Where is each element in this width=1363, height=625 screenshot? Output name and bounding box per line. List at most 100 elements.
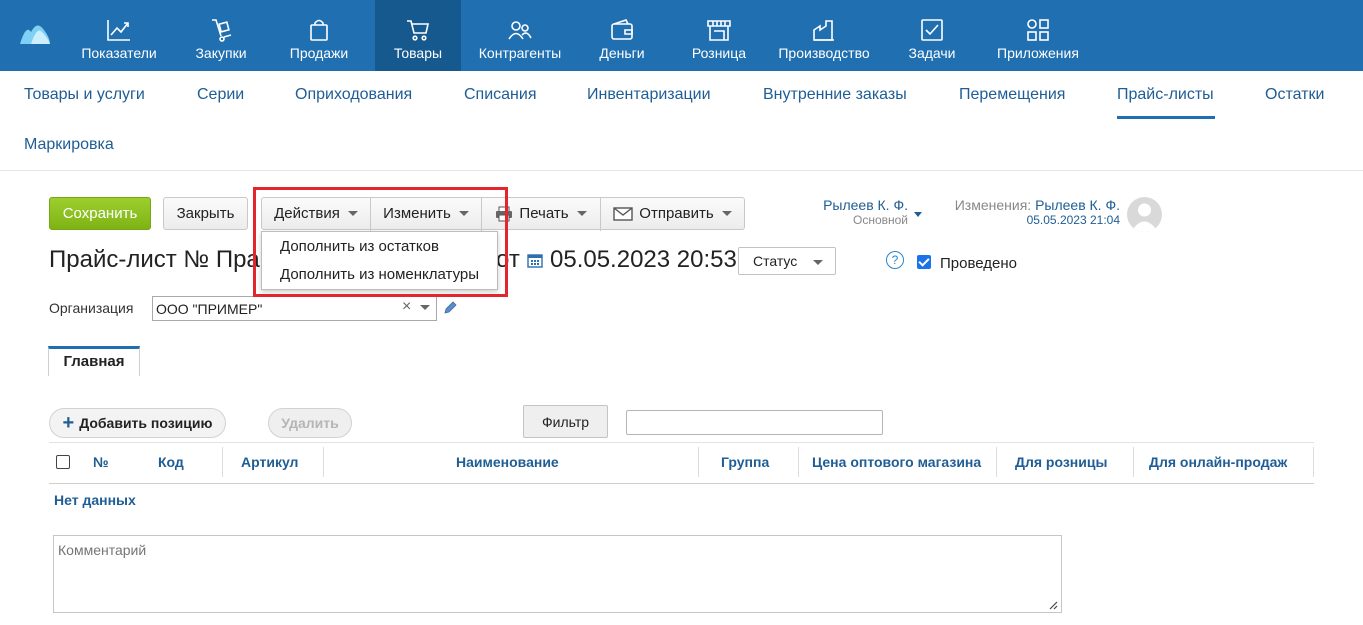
send-label: Отправить — [639, 205, 714, 222]
pencil-icon[interactable] — [443, 301, 457, 315]
title-text: Прайс-лист № Прай — [49, 246, 274, 273]
changes-info: Изменения: Рылеев К. Ф. 05.05.2023 21:04 — [935, 197, 1120, 227]
subnav-inventory[interactable]: Инвентаризации — [587, 86, 711, 104]
avatar[interactable] — [1127, 197, 1162, 232]
menu-item-fill-from-nomenclature[interactable]: Дополнить из номенклатуры — [280, 266, 479, 283]
column-separator — [1133, 447, 1134, 477]
chevron-down-icon — [347, 211, 358, 216]
logo-icon[interactable] — [18, 20, 52, 48]
table-header-top-border — [49, 442, 1314, 443]
shop-icon — [707, 20, 731, 41]
changes-date: 05.05.2023 21:04 — [1026, 213, 1120, 227]
column-separator — [222, 447, 223, 477]
delete-button[interactable]: Удалить — [268, 408, 352, 438]
actions-button[interactable]: Действия — [262, 198, 370, 229]
changes-name: Рылеев К. Ф. — [1035, 197, 1120, 213]
column-header-code[interactable]: Код — [158, 454, 184, 470]
plus-icon: + — [62, 412, 75, 434]
filter-input[interactable] — [626, 410, 883, 435]
nav-item-retail[interactable]: Розница — [685, 0, 753, 71]
page-title: Прайс-лист № Прай — [49, 246, 273, 274]
subnav-price-lists[interactable]: Прайс-листы — [1117, 86, 1214, 104]
nav-item-goods[interactable]: Товары — [375, 0, 461, 71]
column-header-wholesale-price[interactable]: Цена оптового магазина — [812, 454, 981, 470]
subnav-internal-orders[interactable]: Внутренние заказы — [763, 86, 907, 104]
calendar-icon[interactable] — [527, 252, 543, 268]
chevron-down-icon — [458, 211, 469, 216]
owner-group: Основной — [852, 213, 908, 227]
close-button[interactable]: Закрыть — [163, 197, 248, 230]
nav-label: Товары — [393, 45, 443, 61]
nav-item-production[interactable]: Производство — [772, 0, 876, 71]
nav-item-sales[interactable]: Продажи — [280, 0, 358, 71]
nav-label: Деньги — [599, 45, 645, 61]
column-separator — [698, 447, 699, 477]
change-label: Изменить — [383, 205, 451, 222]
nav-item-purchases[interactable]: Закупки — [185, 0, 257, 71]
column-header-number[interactable]: № — [93, 454, 109, 470]
column-header-name[interactable]: Наименование — [456, 454, 559, 470]
save-button[interactable]: Сохранить — [49, 197, 151, 230]
organization-field[interactable]: ООО "ПРИМЕР" — [152, 296, 437, 321]
actions-dropdown-menu: Дополнить из остатков Дополнить из номен… — [261, 231, 498, 290]
subnav-marking[interactable]: Маркировка — [24, 136, 114, 154]
filter-button[interactable]: Фильтр — [523, 405, 608, 438]
column-header-online[interactable]: Для онлайн-продаж — [1149, 454, 1287, 470]
envelope-icon — [613, 206, 633, 221]
nav-item-counterparties[interactable]: Контрагенты — [475, 0, 565, 71]
menu-item-fill-from-stock[interactable]: Дополнить из остатков — [280, 238, 439, 255]
nav-label: Задачи — [908, 45, 956, 61]
status-select[interactable]: Статус — [738, 247, 836, 275]
chevron-down-icon[interactable] — [914, 212, 922, 217]
subnav-write-offs[interactable]: Списания — [464, 86, 537, 104]
nav-label: Производство — [778, 45, 870, 61]
nav-item-apps[interactable]: Приложения — [992, 0, 1084, 71]
subnav-transfers[interactable]: Перемещения — [959, 86, 1065, 104]
bag-icon — [310, 19, 328, 41]
active-tab-indicator — [1117, 116, 1215, 119]
subnav-series[interactable]: Серии — [197, 86, 244, 104]
help-icon[interactable]: ? — [886, 251, 904, 269]
column-header-article[interactable]: Артикул — [241, 454, 298, 470]
column-header-group[interactable]: Группа — [721, 454, 769, 470]
nav-label: Закупки — [195, 45, 247, 61]
add-position-label: Добавить позицию — [79, 415, 213, 431]
owner-name: Рылеев К. Ф. — [823, 197, 908, 213]
change-button[interactable]: Изменить — [371, 198, 481, 229]
organization-label: Организация — [49, 300, 134, 316]
add-position-button[interactable]: + Добавить позицию — [49, 408, 226, 438]
posted-checkbox[interactable] — [917, 255, 931, 269]
send-button[interactable]: Отправить — [601, 198, 744, 229]
empty-table-message: Нет данных — [54, 492, 136, 508]
table-header-bottom-border — [49, 483, 1314, 484]
subnav-goods-services[interactable]: Товары и услуги — [24, 86, 145, 104]
document-date[interactable]: 05.05.2023 20:53 — [550, 246, 737, 274]
nav-item-tasks[interactable]: Задачи — [900, 0, 964, 71]
apps-grid-icon — [1027, 19, 1049, 41]
column-separator — [1313, 447, 1314, 477]
chevron-down-icon[interactable] — [420, 305, 430, 310]
nav-label: Контрагенты — [478, 45, 562, 61]
tab-main[interactable]: Главная — [48, 346, 140, 376]
nav-label: Показатели — [81, 45, 157, 61]
subnav-stock[interactable]: Остатки — [1265, 86, 1324, 104]
nav-item-money[interactable]: Деньги — [590, 0, 654, 71]
owner-selector[interactable]: Рылеев К. Ф. Основной — [800, 197, 908, 227]
organization-value: ООО "ПРИМЕР" — [156, 300, 263, 317]
comment-field[interactable] — [53, 535, 1062, 613]
resize-handle-icon[interactable] — [1048, 600, 1058, 610]
divider — [0, 170, 1363, 171]
wallet-icon — [611, 19, 633, 40]
print-button[interactable]: Печать — [482, 198, 600, 229]
nav-label: Продажи — [289, 45, 349, 61]
column-header-retail[interactable]: Для розницы — [1015, 454, 1107, 470]
nav-item-indicators[interactable]: Показатели — [75, 0, 163, 71]
subnav-receipts[interactable]: Оприходования — [295, 86, 412, 104]
select-all-checkbox[interactable] — [56, 455, 70, 469]
nav-label: Приложения — [997, 45, 1079, 61]
chevron-down-icon — [813, 260, 823, 265]
task-check-icon — [921, 19, 943, 41]
actions-label: Действия — [274, 205, 340, 222]
clear-icon[interactable]: × — [402, 298, 411, 316]
chevron-down-icon — [576, 211, 587, 216]
